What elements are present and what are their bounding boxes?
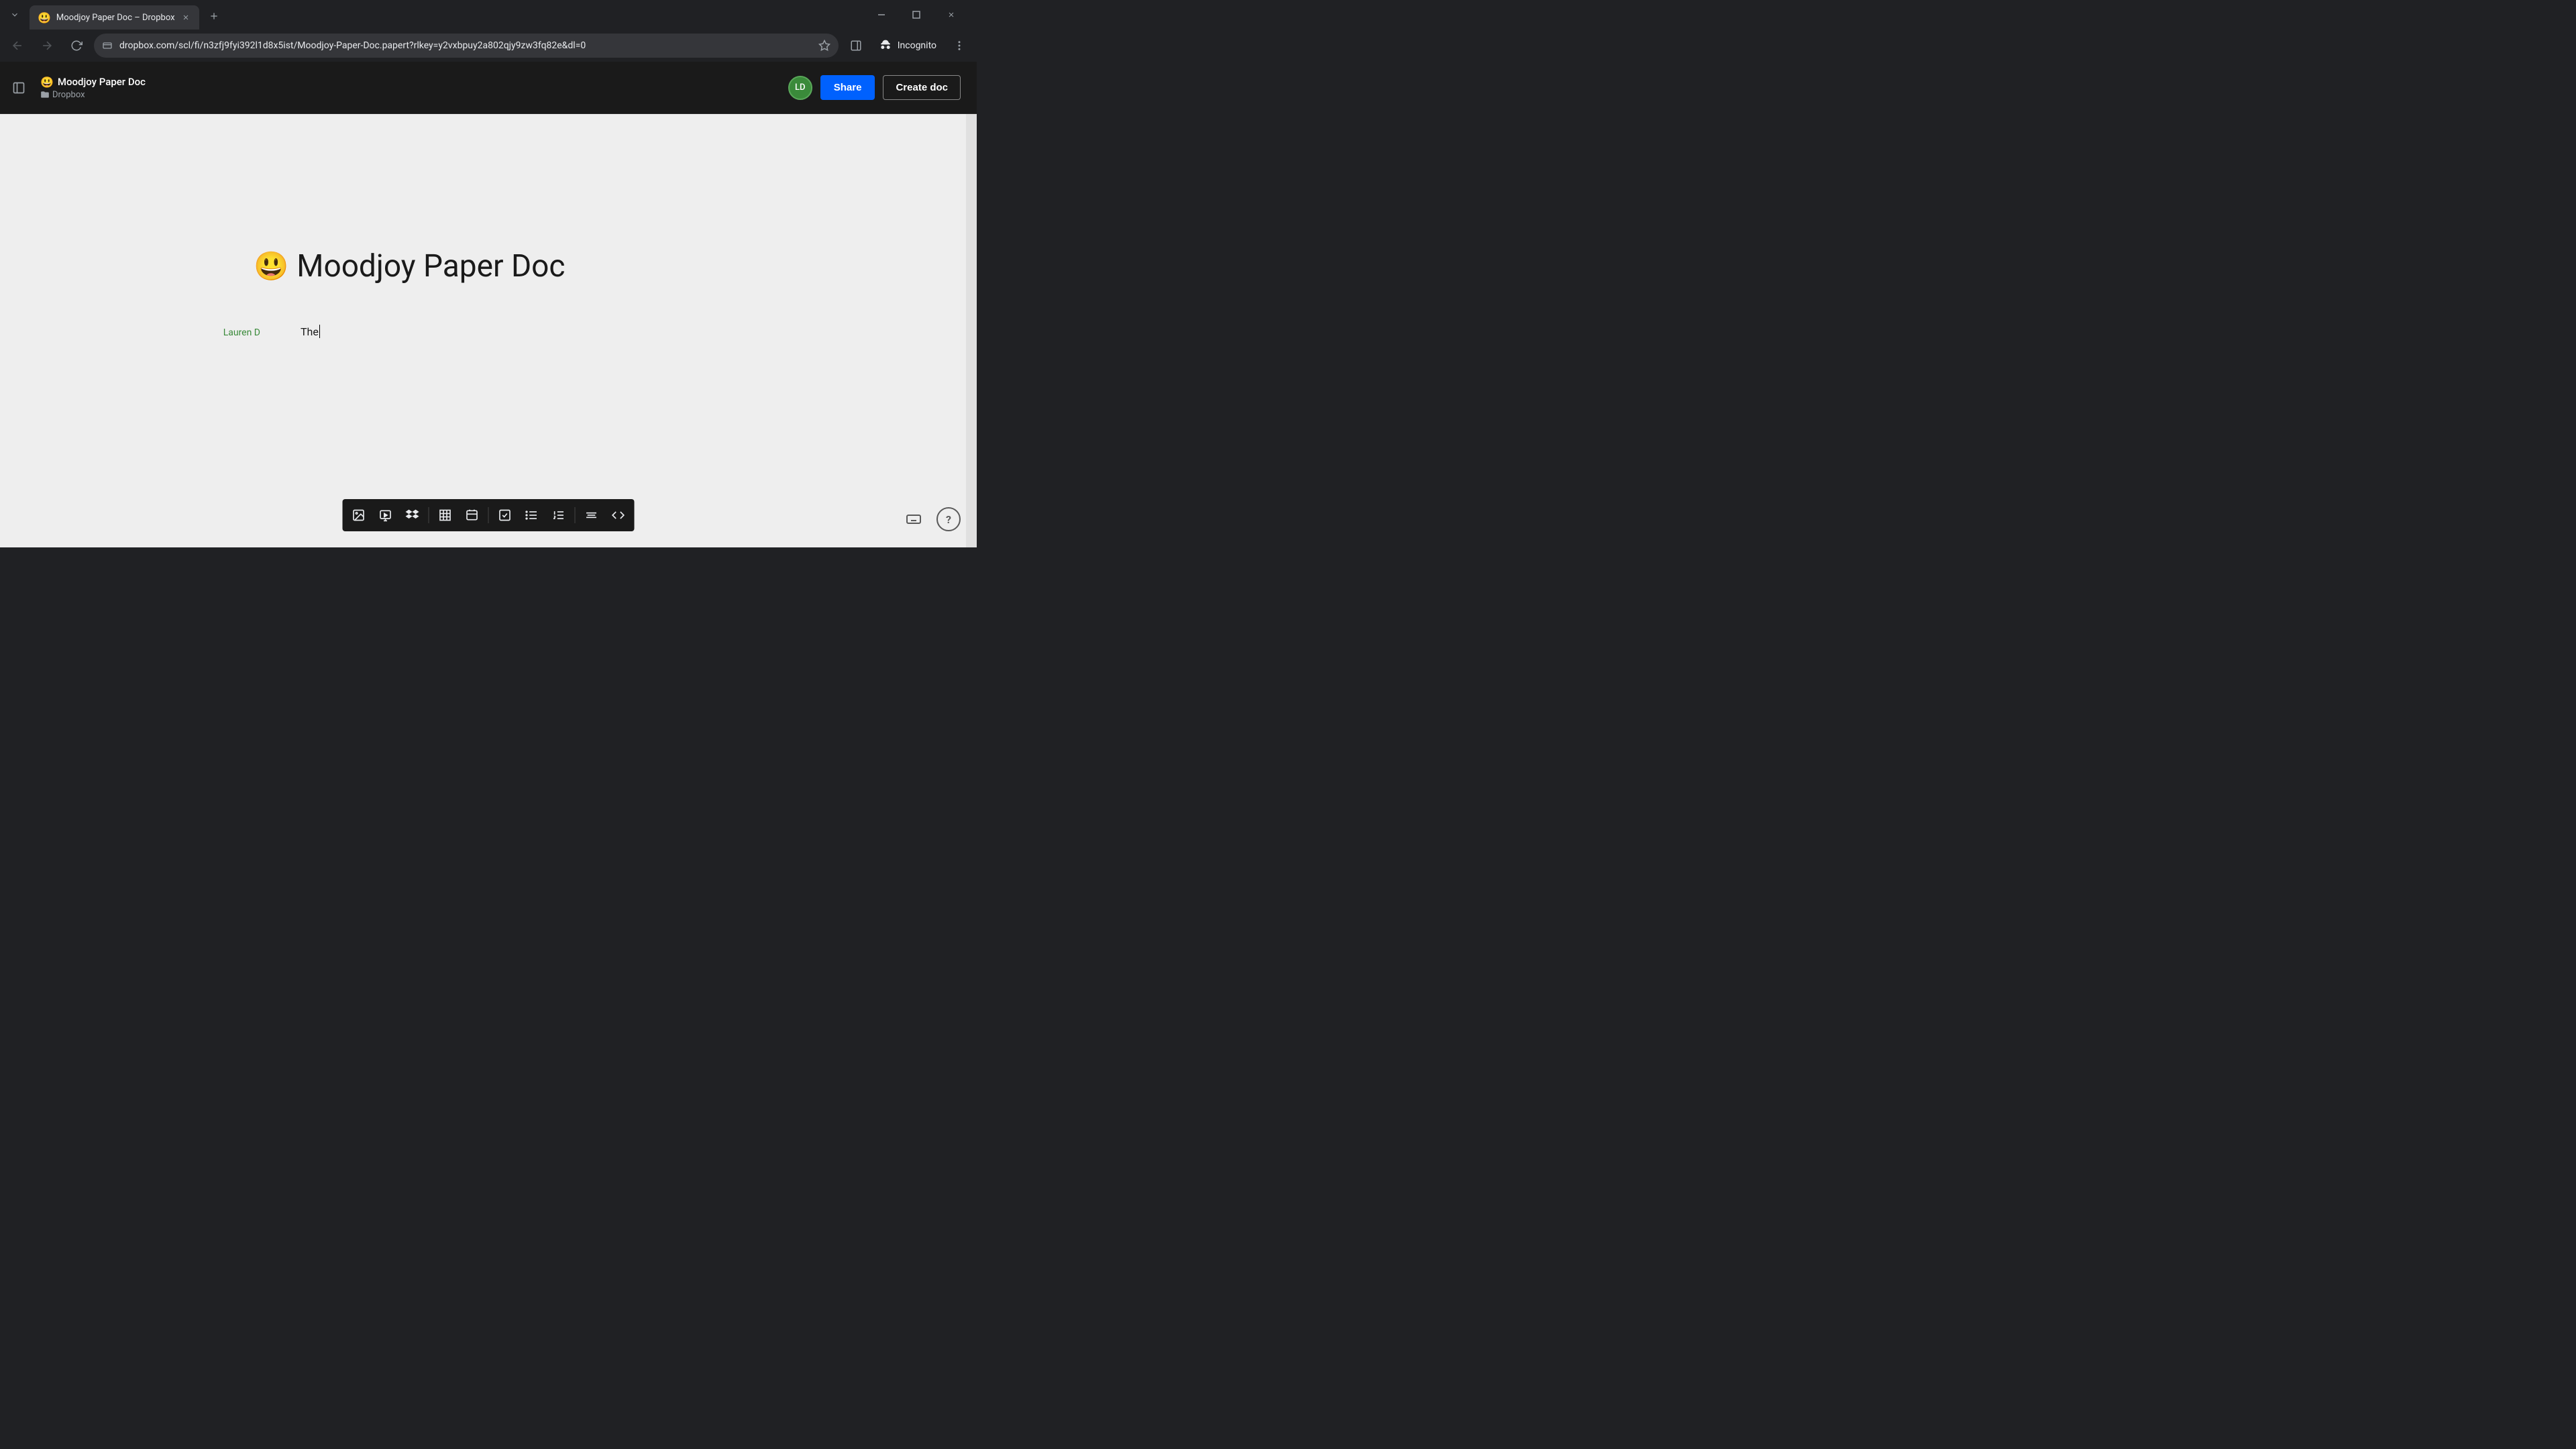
maximize-window-icon[interactable] [902, 4, 931, 25]
insert-divider-icon[interactable] [578, 502, 605, 529]
text-cursor [319, 325, 320, 338]
back-button[interactable] [5, 34, 30, 58]
tab-title: Moodjoy Paper Doc – Dropbox [56, 13, 175, 23]
insert-bullet-list-icon[interactable] [519, 502, 545, 529]
share-button[interactable]: Share [820, 75, 875, 100]
header-right: LD Share Create doc [788, 75, 961, 100]
breadcrumb-root: Dropbox [52, 90, 85, 100]
incognito-label: Incognito [898, 40, 936, 51]
create-doc-button[interactable]: Create doc [883, 75, 961, 100]
insert-video-icon[interactable] [372, 502, 399, 529]
insert-checkbox-icon[interactable] [492, 502, 519, 529]
insert-toolbar [343, 499, 635, 531]
forward-button[interactable] [35, 34, 59, 58]
window-controls [867, 4, 971, 25]
address-bar[interactable]: dropbox.com/scl/fi/n3zfj9fyi392l1d8x5ist… [94, 34, 839, 58]
heading-text: Moodjoy Paper Doc [297, 248, 565, 284]
bottom-right-controls: ? [902, 507, 961, 531]
side-panel-icon[interactable] [844, 34, 868, 58]
minimize-window-icon[interactable] [867, 4, 896, 25]
bookmark-star-icon[interactable] [818, 40, 830, 52]
browser-tab[interactable]: 😃 Moodjoy Paper Doc – Dropbox [30, 5, 199, 30]
insert-code-icon[interactable] [605, 502, 632, 529]
author-label: Lauren D [213, 327, 301, 338]
doc-title-row[interactable]: 😃 Moodjoy Paper Doc [40, 76, 146, 89]
tab-favicon-icon: 😃 [38, 11, 51, 24]
breadcrumb[interactable]: Dropbox [40, 90, 146, 100]
incognito-badge[interactable]: Incognito [873, 39, 942, 52]
doc-emoji-icon: 😃 [40, 76, 54, 89]
close-tab-icon[interactable] [180, 12, 191, 23]
address-bar-row: dropbox.com/scl/fi/n3zfj9fyi392l1d8x5ist… [0, 30, 977, 62]
body-text[interactable]: The [301, 325, 320, 338]
doc-info: 😃 Moodjoy Paper Doc Dropbox [40, 76, 146, 100]
insert-dropbox-icon[interactable] [399, 502, 426, 529]
browser-menu-icon[interactable] [947, 34, 971, 58]
document-line[interactable]: Lauren D The [213, 325, 763, 338]
tab-search-dropdown[interactable] [5, 5, 24, 24]
document-heading[interactable]: 😃 Moodjoy Paper Doc [254, 248, 763, 284]
doc-title: Moodjoy Paper Doc [58, 76, 146, 88]
sidebar-toggle-icon[interactable] [8, 77, 30, 99]
tab-bar: 😃 Moodjoy Paper Doc – Dropbox [0, 0, 977, 30]
folder-icon [40, 90, 50, 99]
keyboard-shortcuts-icon[interactable] [902, 507, 926, 531]
scrollbar[interactable] [966, 114, 977, 547]
document-area[interactable]: 😃 Moodjoy Paper Doc Lauren D The [0, 114, 977, 547]
new-tab-button[interactable] [205, 7, 223, 25]
help-icon[interactable]: ? [936, 507, 961, 531]
reload-button[interactable] [64, 34, 89, 58]
document-content: 😃 Moodjoy Paper Doc Lauren D The [186, 114, 790, 365]
insert-table-icon[interactable] [432, 502, 459, 529]
site-info-icon[interactable] [102, 40, 113, 51]
heading-emoji-icon: 😃 [254, 250, 288, 283]
toolbar-divider [575, 507, 576, 523]
insert-timeline-icon[interactable] [459, 502, 486, 529]
browser-chrome: 😃 Moodjoy Paper Doc – Dropbox [0, 0, 977, 62]
toolbar-divider [488, 507, 489, 523]
insert-numbered-list-icon[interactable] [545, 502, 572, 529]
close-window-icon[interactable] [936, 4, 966, 25]
url-text: dropbox.com/scl/fi/n3zfj9fyi392l1d8x5ist… [119, 40, 812, 51]
insert-image-icon[interactable] [345, 502, 372, 529]
app-header: 😃 Moodjoy Paper Doc Dropbox LD Share Cre… [0, 62, 977, 114]
avatar[interactable]: LD [788, 76, 812, 100]
